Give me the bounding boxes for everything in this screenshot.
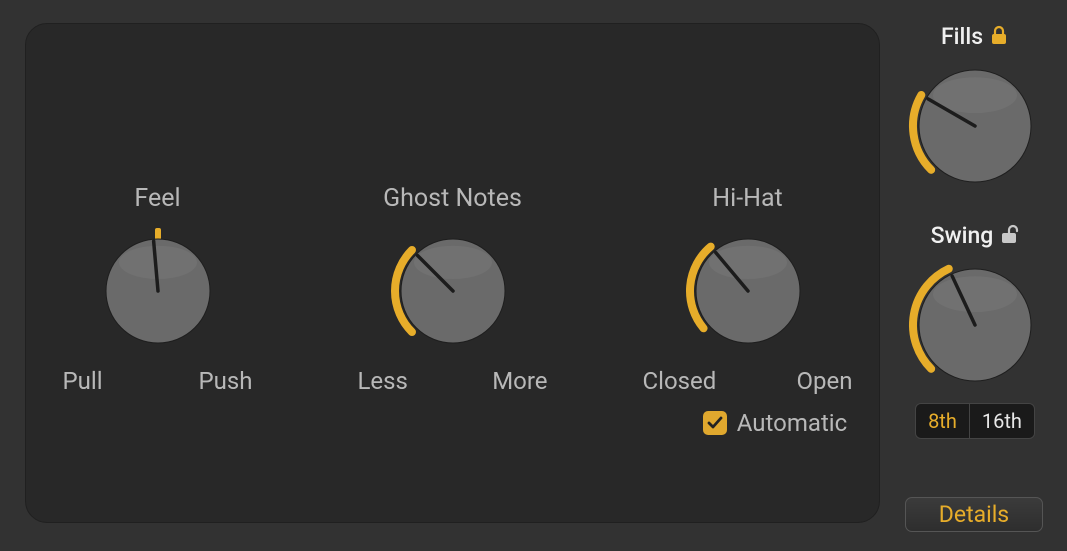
- hihat-automatic-checkbox[interactable]: [703, 411, 727, 435]
- hihat-label-right: Open: [797, 367, 853, 395]
- ghost-group: Ghost Notes Less More: [348, 184, 558, 437]
- hihat-label-left: Closed: [643, 367, 717, 395]
- feel-label-left: Pull: [63, 367, 103, 395]
- hihat-automatic-label: Automatic: [737, 409, 847, 437]
- hihat-title: Hi-Hat: [712, 184, 782, 213]
- performance-panel: Feel Pull Push Ghost Notes Less More Hi-…: [25, 23, 880, 523]
- ghost-knob[interactable]: [389, 227, 517, 355]
- ghost-title: Ghost Notes: [383, 184, 522, 213]
- swing-group: Swing 8th16th: [907, 222, 1043, 439]
- ghost-label-left: Less: [358, 367, 408, 395]
- details-button[interactable]: Details: [905, 497, 1043, 532]
- fills-group: Fills: [907, 23, 1043, 194]
- swing-resolution-8th[interactable]: 8th: [916, 404, 969, 438]
- feel-group: Feel Pull Push: [53, 184, 263, 437]
- check-icon: [706, 414, 724, 432]
- feel-knob[interactable]: [94, 227, 222, 355]
- hihat-knob[interactable]: [684, 227, 812, 355]
- fills-knob[interactable]: [907, 58, 1043, 194]
- swing-resolution-16th[interactable]: 16th: [969, 404, 1034, 438]
- swing-knob[interactable]: [907, 257, 1043, 393]
- feel-title: Feel: [134, 184, 180, 213]
- hihat-group: Hi-Hat Closed Open Automatic: [643, 184, 853, 437]
- lock-icon[interactable]: [989, 24, 1009, 50]
- unlock-icon[interactable]: [999, 223, 1019, 249]
- feel-label-right: Push: [199, 367, 253, 395]
- fills-title: Fills: [941, 23, 983, 50]
- swing-title: Swing: [931, 222, 994, 249]
- ghost-label-right: More: [492, 367, 547, 395]
- swing-resolution-segmented: 8th16th: [915, 403, 1035, 439]
